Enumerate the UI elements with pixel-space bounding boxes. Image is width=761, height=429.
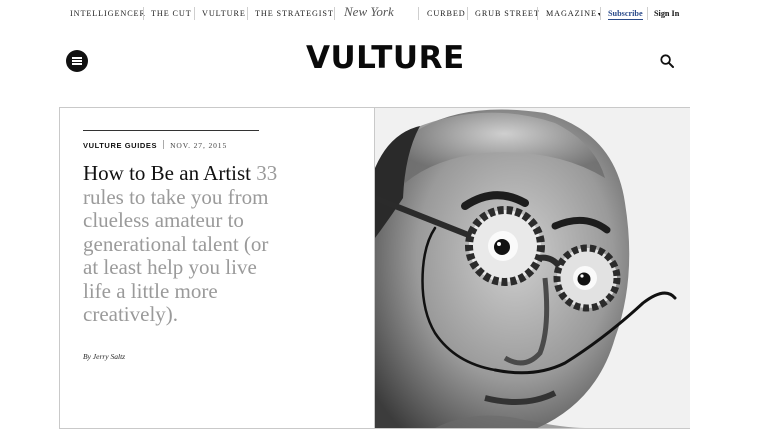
nav-vulture[interactable]: VULTURE [202,9,246,18]
nav-divider [143,7,144,20]
nav-divider [537,7,538,20]
section-label[interactable]: VULTURE GUIDES [83,141,157,150]
nav-magazine-label: MAGAZINE [546,9,597,18]
feature-text: VULTURE GUIDES NOV. 27, 2015 How to Be an… [60,108,374,428]
feature-kicker: VULTURE GUIDES NOV. 27, 2015 [83,140,227,150]
hamburger-menu-icon[interactable] [66,50,88,72]
sign-in-link[interactable]: Sign In [654,9,679,18]
nav-the-cut[interactable]: THE CUT [151,9,192,18]
nav-intelligencer[interactable]: INTELLIGENCER [70,9,146,18]
nav-curbed[interactable]: CURBED [427,9,466,18]
portrait-illustration [375,108,690,428]
feature-headline[interactable]: How to Be an Artist 33 rules to take you… [83,161,279,327]
nav-magazine[interactable]: MAGAZINE▾ [546,9,602,18]
feature-card[interactable]: VULTURE GUIDES NOV. 27, 2015 How to Be an… [59,107,690,429]
nav-grub-street[interactable]: GRUB STREET [475,9,540,18]
network-nav: INTELLIGENCER THE CUT VULTURE THE STRATE… [0,0,761,28]
publish-date: NOV. 27, 2015 [170,141,228,150]
nav-the-strategist[interactable]: THE STRATEGIST [255,9,334,18]
feature-image[interactable] [374,108,690,428]
headline-dek: 33 rules to take you from clueless amate… [83,161,278,326]
nav-divider [647,7,648,20]
nav-divider [247,7,248,20]
divider [163,140,165,149]
nav-divider [600,7,601,20]
nav-divider [194,7,195,20]
subscribe-link[interactable]: Subscribe [608,9,643,20]
nav-divider [467,7,468,20]
nav-divider [334,7,335,20]
search-icon[interactable] [660,54,674,68]
vulture-logo[interactable]: VULTURE [306,40,464,76]
headline-title: How to Be an Artist [83,161,251,185]
nav-divider [418,7,419,20]
divider [83,130,259,131]
byline: By Jerry Saltz [83,352,126,361]
new-york-logo[interactable]: New York [344,4,394,20]
